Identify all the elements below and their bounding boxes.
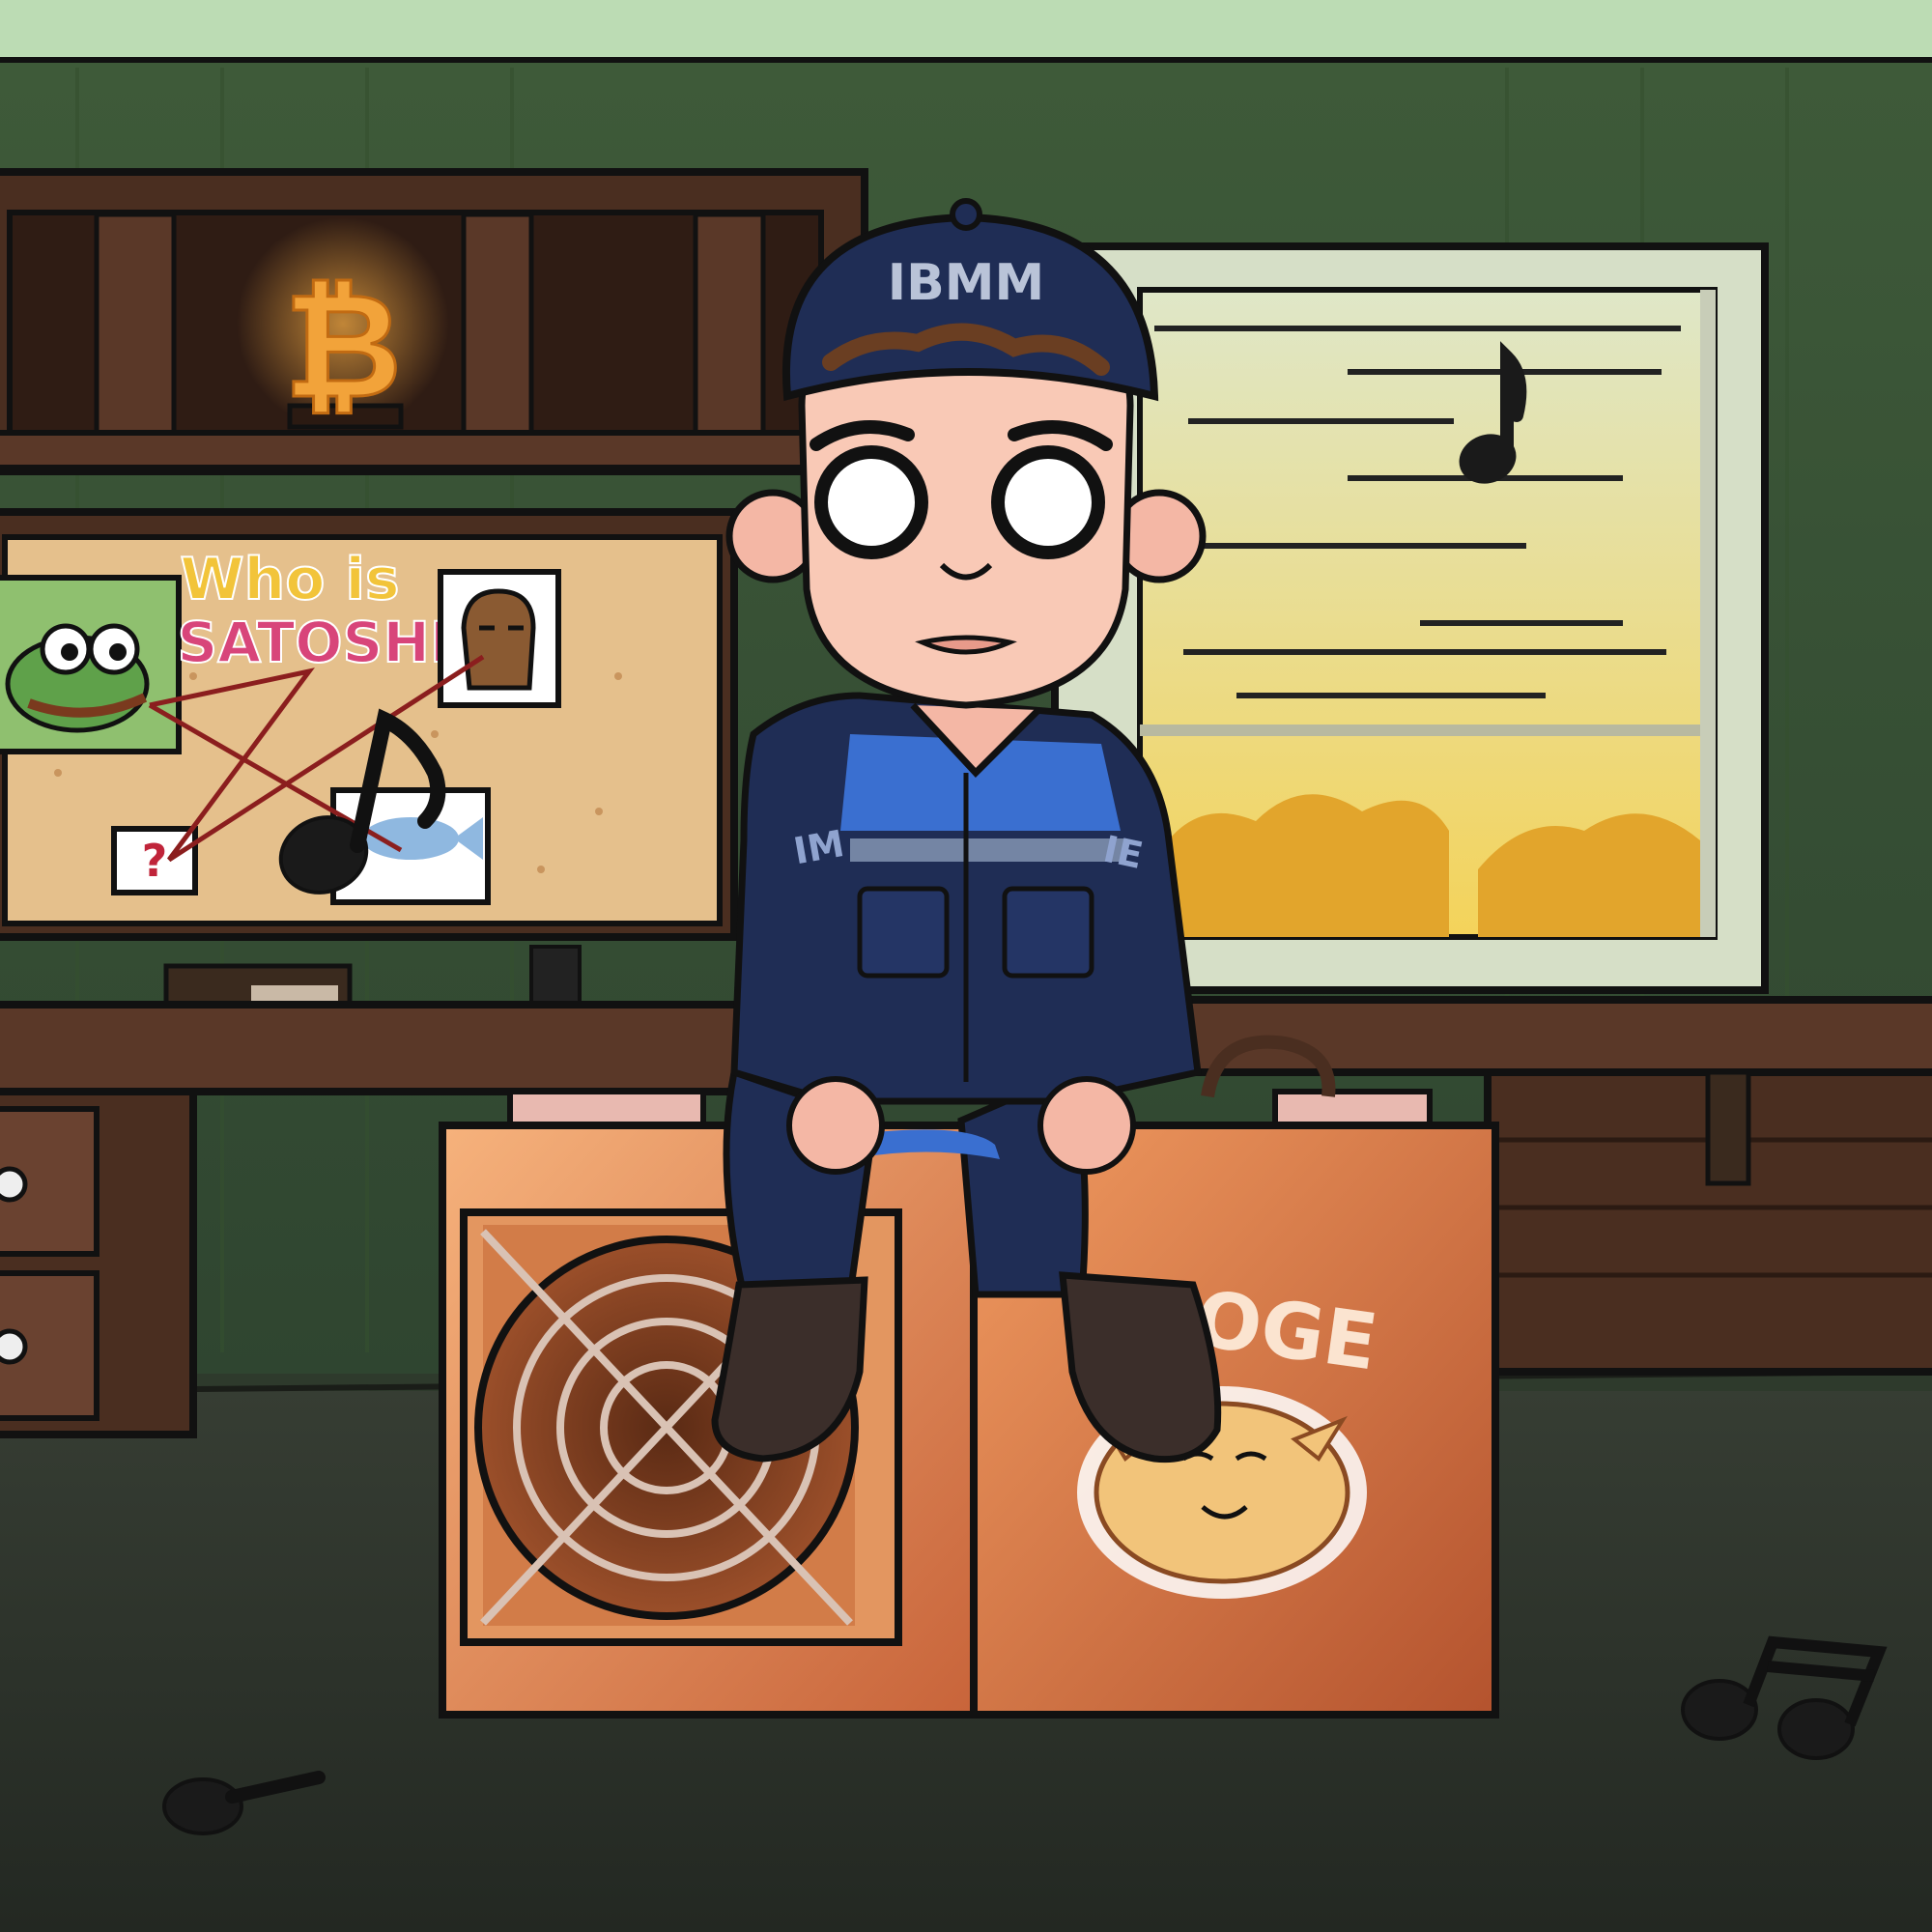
svg-text:IM: IM (790, 822, 847, 872)
svg-text:₿: ₿ (284, 263, 402, 431)
svg-text:SATOSHI: SATOSHI (178, 610, 451, 675)
eye-right (991, 445, 1105, 559)
bitcoin-neon-icon: ₿ (237, 217, 449, 433)
eye-left (814, 445, 928, 559)
ceiling (0, 0, 1932, 60)
frog-photo (0, 575, 182, 754)
svg-text:IBMM: IBMM (888, 254, 1044, 312)
cork-board: Who is SATOSHI ? (0, 508, 738, 941)
moai-photo (438, 569, 561, 708)
jacket: IM IE (730, 692, 1202, 1105)
left-hand (786, 1076, 885, 1175)
svg-text:?: ? (142, 835, 168, 887)
svg-text:Who is: Who is (180, 546, 399, 613)
right-hand (1037, 1076, 1136, 1175)
scene: ₿ Who is SATOSHI ? DOGE IM IE IBMM (0, 0, 1932, 1932)
